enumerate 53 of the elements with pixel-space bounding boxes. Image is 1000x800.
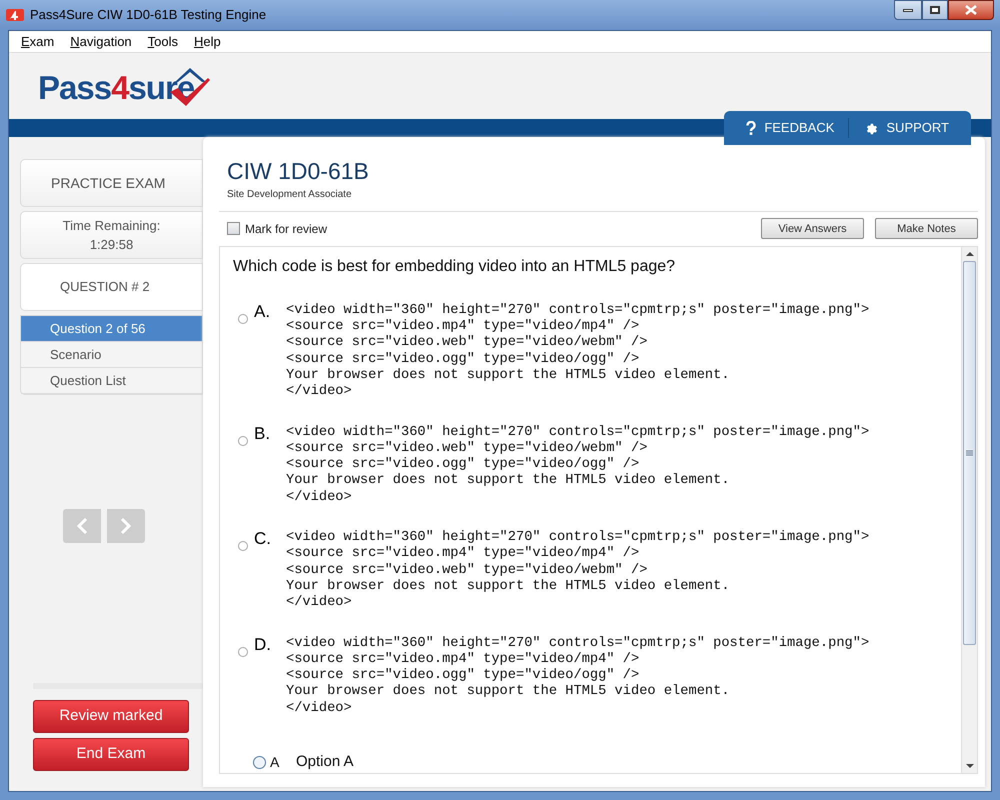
radio-button[interactable] (238, 541, 248, 552)
practice-exam-label: PRACTICE EXAM (51, 174, 166, 192)
option-letter: C. (254, 530, 272, 548)
radio-button[interactable] (238, 646, 248, 656)
close-button[interactable] (948, 0, 994, 20)
window-title: Pass4Sure CIW 1D0-61B Testing Engine (30, 6, 266, 24)
make-notes-button[interactable]: Make Notes (875, 218, 978, 240)
radio-button[interactable] (238, 314, 248, 324)
scrollbar[interactable] (961, 246, 977, 773)
app-icon (6, 8, 24, 22)
maximize-icon (930, 6, 940, 14)
review-marked-button[interactable]: Review marked (33, 700, 189, 733)
maximize-button[interactable] (922, 0, 948, 20)
sidebar-item[interactable]: Question List (21, 368, 202, 394)
chevron-right-icon (120, 517, 132, 535)
minimize-button[interactable] (894, 0, 922, 20)
close-icon (965, 5, 977, 15)
previous-button[interactable] (63, 509, 101, 543)
option-code: <video width="360" height="270" controls="cpmtrp;s" poster="image.png"> <source src="video.mp4" type="video/mp4" /> <source src="video.web" type="video/webm" /> Your browser does not support the HTML5 video element. </video> (286, 530, 870, 612)
menu-item[interactable]: Navigation (70, 32, 132, 52)
sidebar-item[interactable]: Scenario (21, 342, 202, 368)
menu-item[interactable]: Tools (148, 32, 178, 52)
minimize-icon (903, 8, 913, 12)
time-remaining-label: Time Remaining: (62, 216, 160, 235)
radio-button[interactable] (238, 436, 248, 446)
question-number-label: QUESTION # 2 (60, 278, 150, 296)
mark-for-review-label: Mark for review (245, 220, 328, 238)
option-code: <video width="360" height="270" controls="cpmtrp;s" poster="image.png"> <source src="video.mp4" type="video/mp4" /> <source src="video.ogg" type="video/ogg" /> Your browser does not support the HTML5 video element. </video> (286, 636, 870, 717)
question-text: Which code is best for embedding video into an HTML5 page? (233, 256, 676, 277)
option-letter: B. (254, 424, 272, 443)
time-remaining-value: 1:29:58 (90, 236, 134, 254)
end-exam-button[interactable]: End Exam (33, 738, 189, 771)
radio-button[interactable] (253, 756, 266, 769)
sidebar-item[interactable]: Question 2 of 56 (21, 316, 202, 342)
option-letter: D. (254, 636, 272, 654)
question-icon (746, 121, 756, 135)
option-letter: A. (254, 302, 272, 321)
support-tab[interactable]: SUPPORT (848, 118, 957, 138)
menu-item[interactable]: Exam (21, 32, 54, 52)
exam-title: CIW 1D0-61B (227, 157, 370, 186)
scroll-thumb[interactable] (963, 260, 976, 645)
choice-letter: A (270, 752, 280, 772)
choice-label: Option A (296, 752, 354, 772)
feedback-tab[interactable]: FEEDBACK (738, 118, 848, 138)
option-code: <video width="360" height="270" controls="cpmtrp;s" poster="image.png"> <source src="video.mp4" type="video/mp4" /> <source src="video.web" type="video/webm" /> <source src="video.ogg" type="video/ogg" /> Your browser does not support the HTML5 video element. </video> (286, 302, 870, 401)
exam-subtitle: Site Development Associate (227, 188, 353, 202)
chevron-left-icon (76, 517, 88, 535)
option-code: <video width="360" height="270" controls="cpmtrp;s" poster="image.png"> <source src="video.web" type="video/webm" /> <source src="video.ogg" type="video/ogg" /> Your browser does not support the HTML5 video element. </video> (286, 424, 870, 506)
next-button[interactable] (107, 509, 145, 543)
view-answers-button[interactable]: View Answers (761, 218, 864, 240)
gear-icon (865, 122, 878, 134)
mark-for-review-checkbox[interactable] (227, 222, 240, 236)
menu-item[interactable]: Help (194, 32, 221, 52)
